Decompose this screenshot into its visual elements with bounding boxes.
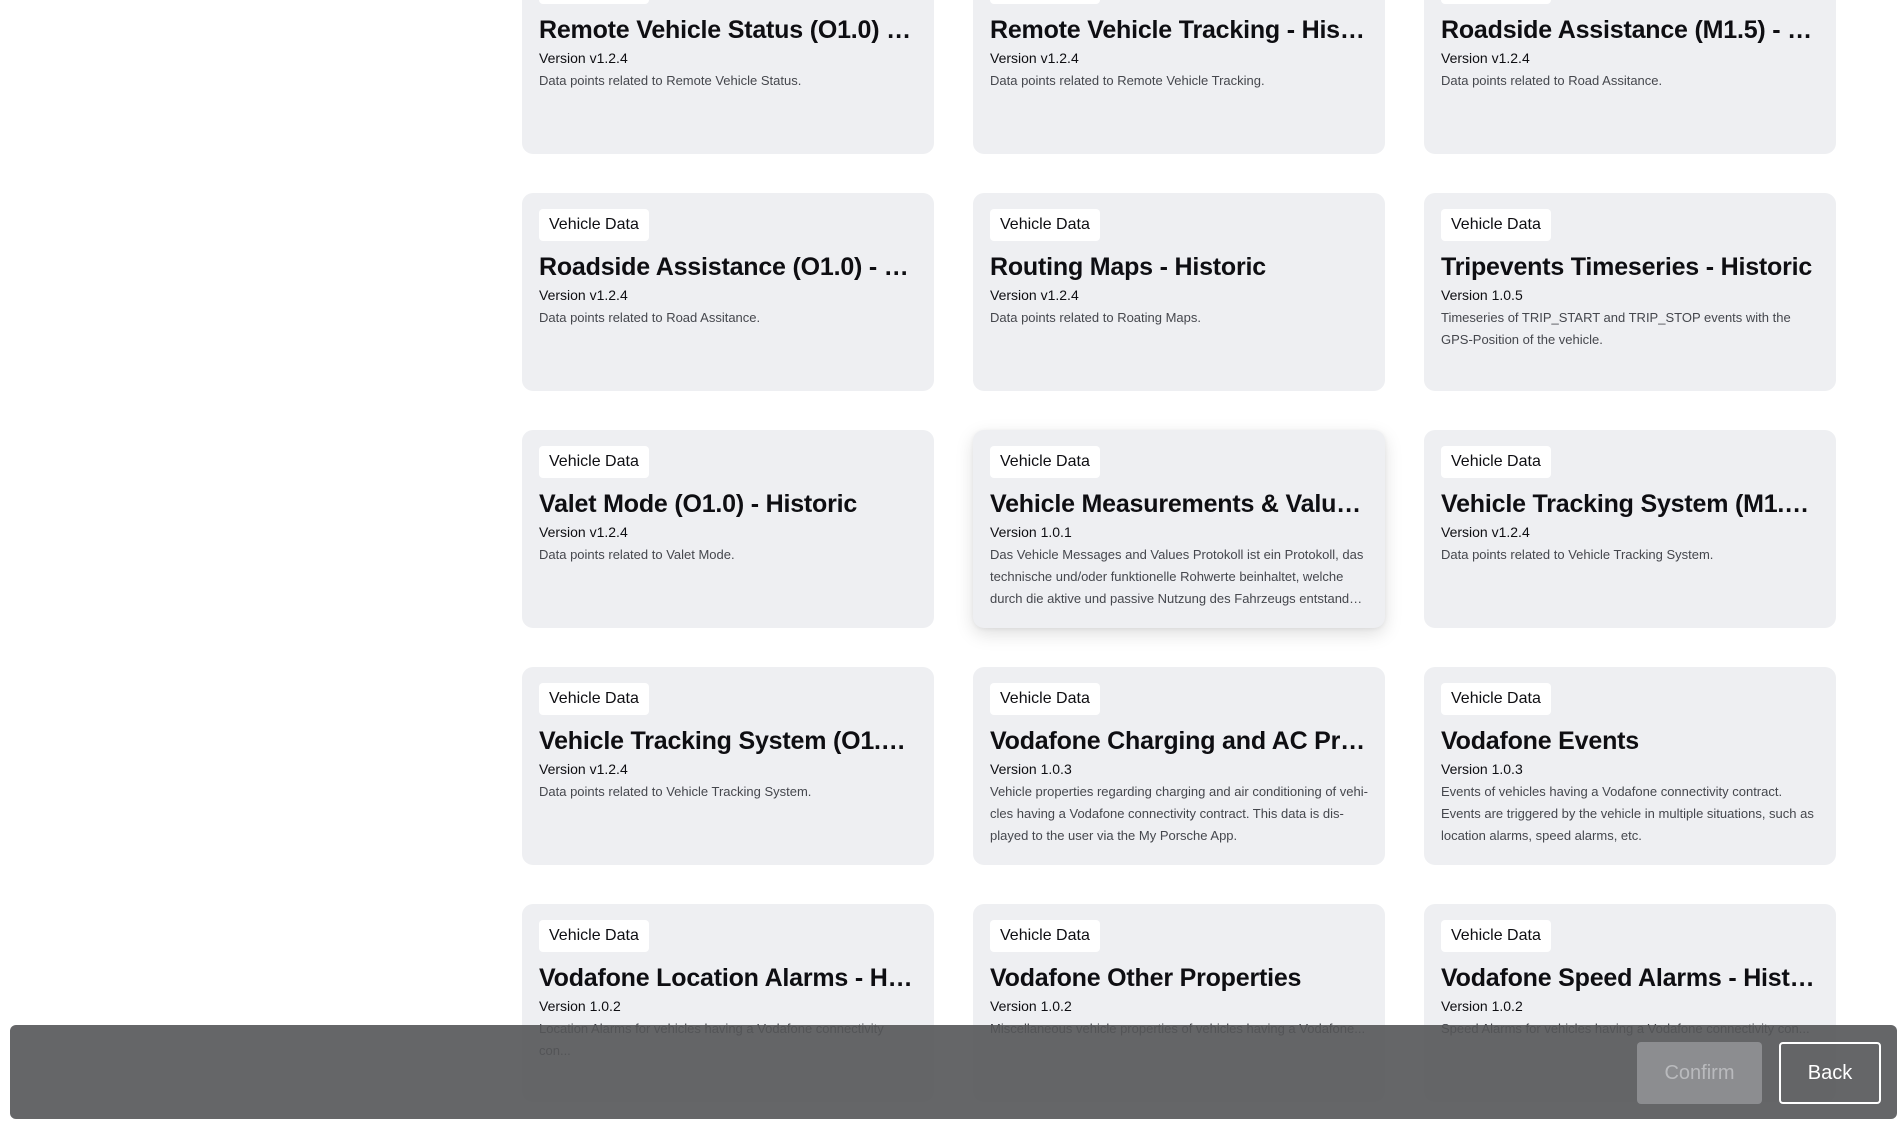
data-product-card[interactable]: Vehicle Data Roadside Assistance (M1.5) -…: [1424, 0, 1836, 154]
card-description: Data points related to Roating Maps.: [990, 310, 1202, 325]
card-version: Version 1.0.5: [1441, 287, 1523, 303]
data-product-card[interactable]: Vehicle Data Roadside Assistance (O1.0) -…: [522, 193, 934, 391]
card-title: Vodafone Charging and AC Properties: [990, 727, 1368, 755]
data-product-card[interactable]: Vehicle Data Remote Vehicle Status (O1.0)…: [522, 0, 934, 154]
card-description: Data points related to Road Assitance.: [539, 310, 761, 325]
card-version: Version 1.0.2: [990, 998, 1072, 1014]
card-version: Version v1.2.4: [990, 50, 1079, 66]
card-version: Version 1.0.3: [990, 761, 1072, 777]
confirm-button[interactable]: Confirm: [1637, 1042, 1762, 1104]
category-badge: Vehicle Data: [539, 920, 649, 952]
data-product-card[interactable]: Vehicle Data Vehicle Tracking System (M1.…: [1424, 430, 1836, 628]
category-badge: Vehicle Data: [1441, 683, 1551, 715]
data-product-card[interactable]: Vehicle Data Vehicle Measurements & Value…: [973, 430, 1385, 628]
action-bar: Confirm Back: [10, 1025, 1897, 1119]
card-version: Version v1.2.4: [1441, 524, 1530, 540]
category-badge: Vehicle Data: [1441, 446, 1551, 478]
category-badge: Vehicle Data: [990, 446, 1100, 478]
data-product-card[interactable]: Vehicle Data Vodafone Charging and AC Pro…: [973, 667, 1385, 865]
category-badge: Vehicle Data: [1441, 209, 1551, 241]
card-description: Data points related to Vehicle Tracking …: [1441, 547, 1714, 562]
card-title: Vodafone Other Properties: [990, 964, 1302, 992]
card-title: Vodafone Speed Alarms - Historic: [1441, 964, 1819, 992]
card-version: Version v1.2.4: [990, 287, 1079, 303]
card-title: Vehicle Tracking System (O1.0) - Histori…: [539, 727, 917, 755]
card-title: Remote Vehicle Tracking - Historic: [990, 16, 1368, 44]
card-description: Vehicle properties regarding charging an…: [990, 784, 1368, 843]
data-product-card[interactable]: Vehicle Data Vehicle Tracking System (O1.…: [522, 667, 934, 865]
card-version: Version 1.0.3: [1441, 761, 1523, 777]
category-badge: Vehicle Data: [990, 683, 1100, 715]
card-title: Roadside Assistance (O1.0) - Historic: [539, 253, 917, 281]
card-title: Valet Mode (O1.0) - Historic: [539, 490, 858, 518]
card-version: Version v1.2.4: [1441, 50, 1530, 66]
category-badge: Vehicle Data: [990, 0, 1100, 4]
card-title: Vodafone Location Alarms - Historic: [539, 964, 917, 992]
card-description: Data points related to Remote Vehicle St…: [539, 73, 802, 88]
category-badge: Vehicle Data: [990, 209, 1100, 241]
card-version: Version v1.2.4: [539, 524, 628, 540]
data-product-card[interactable]: Vehicle Data Valet Mode (O1.0) - Historic…: [522, 430, 934, 628]
data-product-card[interactable]: Vehicle Data Routing Maps - Historic Versi…: [973, 193, 1385, 391]
back-button[interactable]: Back: [1779, 1042, 1881, 1104]
card-title: Routing Maps - Historic: [990, 253, 1266, 281]
card-description: Events of vehicles having a Vodafone con…: [1441, 784, 1814, 843]
card-version: Version 1.0.1: [990, 524, 1072, 540]
card-description: Das Vehicle Messages and Values Protokol…: [990, 547, 1364, 606]
card-description: Data points related to Valet Mode.: [539, 547, 735, 562]
category-badge: Vehicle Data: [539, 446, 649, 478]
card-title: Vehicle Measurements & Values - Historic: [990, 490, 1368, 518]
card-version: Version v1.2.4: [539, 287, 628, 303]
card-description: Data points related to Vehicle Tracking …: [539, 784, 812, 799]
category-badge: Vehicle Data: [539, 683, 649, 715]
data-product-card[interactable]: Vehicle Data Tripevents Timeseries - Hist…: [1424, 193, 1836, 391]
card-description: Timeseries of TRIP_START and TRIP_STOP e…: [1441, 310, 1791, 347]
card-title: Remote Vehicle Status (O1.0) - Historic: [539, 16, 917, 44]
card-title: Vehicle Tracking System (M1.5) - Histori…: [1441, 490, 1819, 518]
card-version: Version 1.0.2: [539, 998, 621, 1014]
card-title: Tripevents Timeseries - Historic: [1441, 253, 1813, 281]
product-card-grid: Vehicle Data Remote Vehicle Status (O1.0)…: [522, 0, 1838, 1102]
card-description: Data points related to Remote Vehicle Tr…: [990, 73, 1265, 88]
category-badge: Vehicle Data: [990, 920, 1100, 952]
data-product-card[interactable]: Vehicle Data Remote Vehicle Tracking - Hi…: [973, 0, 1385, 154]
category-badge: Vehicle Data: [539, 0, 649, 4]
card-version: Version v1.2.4: [539, 50, 628, 66]
data-product-card[interactable]: Vehicle Data Vodafone Events Version 1.0.3…: [1424, 667, 1836, 865]
card-title: Vodafone Events: [1441, 727, 1639, 755]
category-badge: Vehicle Data: [1441, 920, 1551, 952]
card-description: Data points related to Road Assitance.: [1441, 73, 1663, 88]
category-badge: Vehicle Data: [539, 209, 649, 241]
card-version: Version 1.0.2: [1441, 998, 1523, 1014]
card-title: Roadside Assistance (M1.5) - Historic: [1441, 16, 1819, 44]
card-version: Version v1.2.4: [539, 761, 628, 777]
category-badge: Vehicle Data: [1441, 0, 1551, 4]
